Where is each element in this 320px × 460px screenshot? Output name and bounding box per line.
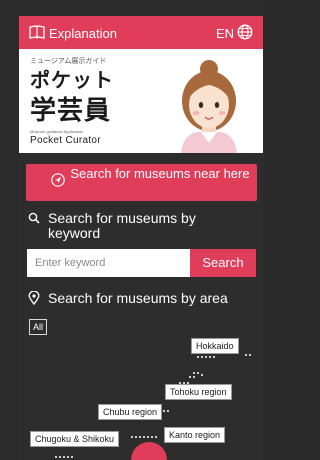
- location-pin-icon: [28, 291, 40, 305]
- area-search-title: Search for museums by area: [48, 290, 228, 306]
- region-label-hokkaido[interactable]: Hokkaido: [191, 338, 239, 354]
- keyword-search-title: Search for museums by keyword: [48, 210, 196, 241]
- book-icon[interactable]: [29, 25, 45, 39]
- banner-product-name: Pocket Curator: [30, 135, 101, 146]
- search-near-here-label: Search for museums near here: [70, 166, 250, 181]
- banner-tagline: Museum guidance Application: [30, 129, 84, 134]
- navigation-arrow-icon: [51, 173, 65, 187]
- screenshot-frame: Explanation EN ミュージアム展示ガイド ポケット 学芸員 Muse…: [0, 0, 264, 460]
- app-screen: Explanation EN ミュージアム展示ガイド ポケット 学芸員 Muse…: [19, 16, 263, 460]
- region-label-kanto[interactable]: Kanto region: [164, 427, 226, 443]
- search-near-here-button[interactable]: Search for museums near here: [26, 164, 257, 201]
- keyword-search-button[interactable]: Search: [190, 249, 256, 277]
- region-label-tohoku[interactable]: Tohoku region: [165, 384, 232, 400]
- top-bar: Explanation EN: [19, 16, 263, 49]
- region-label-chugoku-shikoku[interactable]: Chugoku & Shikoku: [30, 431, 120, 447]
- curator-avatar: [181, 60, 237, 153]
- banner-title-line2: 学芸員: [30, 96, 112, 126]
- banner-subtitle: ミュージアム展示ガイド: [30, 58, 107, 65]
- globe-icon[interactable]: [237, 24, 253, 40]
- language-selector[interactable]: EN: [216, 26, 234, 41]
- banner-title-line1: ポケット: [30, 68, 114, 92]
- explanation-link[interactable]: Explanation: [49, 26, 117, 41]
- app-banner: ミュージアム展示ガイド ポケット 学芸員 Museum guidance App…: [19, 49, 263, 153]
- keyword-input[interactable]: [27, 249, 190, 277]
- search-icon: [28, 212, 40, 224]
- region-label-chubu[interactable]: Chubu region: [98, 404, 163, 420]
